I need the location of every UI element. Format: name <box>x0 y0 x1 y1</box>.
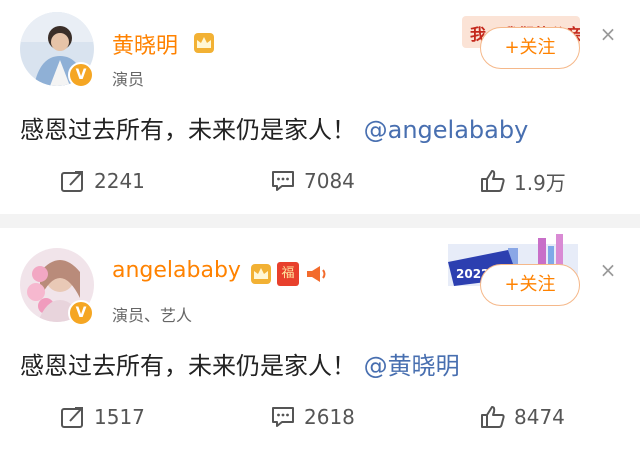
comment-button[interactable]: 7084 <box>270 166 355 196</box>
comment-count: 2618 <box>304 405 355 429</box>
mention-link[interactable]: @angelababy <box>364 116 529 144</box>
repost-button[interactable]: 1517 <box>60 402 145 432</box>
fu-badge-icon: 福 <box>277 262 299 286</box>
close-icon[interactable]: × <box>598 260 618 280</box>
weibo-post-2: V angelababy 福 演员、艺人 2022 +关注 × 感恩过去所有，未… <box>0 228 640 451</box>
repost-button[interactable]: 2241 <box>60 166 145 196</box>
post-content: 感恩过去所有，未来仍是家人！ @angelababy <box>20 110 528 145</box>
follow-button[interactable]: +关注 <box>480 27 580 69</box>
comment-icon <box>272 407 294 427</box>
repost-count: 1517 <box>94 405 145 429</box>
post-text: 感恩过去所有，未来仍是家人！ <box>20 116 356 144</box>
like-count: 8474 <box>514 405 565 429</box>
repost-icon <box>61 407 83 428</box>
username[interactable]: angelababy <box>112 258 241 283</box>
user-role: 演员 <box>112 70 145 89</box>
verified-badge: V <box>68 62 94 88</box>
crown-icon <box>251 264 271 284</box>
comment-count: 7084 <box>304 169 355 193</box>
horn-icon <box>305 264 327 284</box>
post-actions: 2241 7084 1.9万 <box>0 166 640 196</box>
post-content: 感恩过去所有，未来仍是家人！ @黄晓明 <box>20 346 460 381</box>
like-icon <box>481 170 505 192</box>
comment-button[interactable]: 2618 <box>270 402 355 432</box>
post-divider <box>0 214 640 228</box>
follow-button[interactable]: +关注 <box>480 264 580 306</box>
weibo-post-1: V 黄晓明 演员 我一我们的父亲 +关注 × 感恩过去所有，未来仍是家人！ @a… <box>0 0 640 214</box>
like-button[interactable]: 8474 <box>480 402 565 432</box>
username[interactable]: 黄晓明 <box>112 28 178 60</box>
post-actions: 1517 2618 8474 <box>0 402 640 432</box>
repost-count: 2241 <box>94 169 145 193</box>
comment-icon <box>272 171 294 191</box>
close-icon[interactable]: × <box>598 24 618 44</box>
crown-icon <box>194 33 214 53</box>
like-icon <box>481 406 505 428</box>
user-role: 演员、艺人 <box>112 306 193 325</box>
repost-icon <box>61 171 83 192</box>
mention-link[interactable]: @黄晓明 <box>364 352 460 380</box>
like-button[interactable]: 1.9万 <box>480 166 566 196</box>
like-count: 1.9万 <box>514 170 566 195</box>
verified-badge: V <box>68 300 94 326</box>
post-text: 感恩过去所有，未来仍是家人！ <box>20 352 356 380</box>
